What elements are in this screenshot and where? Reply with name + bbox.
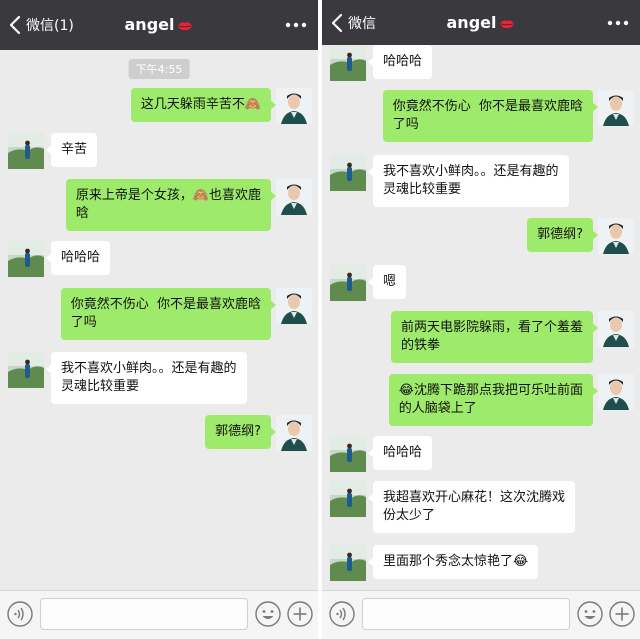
avatar-contact[interactable] [330,265,366,301]
voice-button[interactable] [6,600,34,628]
avatar-self[interactable] [598,90,634,126]
avatar-self[interactable] [598,218,634,254]
avatar-contact[interactable] [8,352,44,388]
voice-icon [7,601,33,627]
chat-screen-left: 微信(1) angel 下午4:55 这几天躲雨辛苦不🙈 辛苦 原来上帝是个女孩… [0,0,318,639]
avatar-self-image [598,218,634,254]
avatar-contact-image [330,545,366,581]
avatar-contact-image [330,481,366,517]
message-input[interactable] [40,598,248,630]
avatar-contact[interactable] [8,133,44,169]
avatar-self-image [276,88,312,124]
avatar-contact-image [8,241,44,277]
voice-button[interactable] [328,600,356,628]
ellipsis-icon [607,20,629,26]
message-input[interactable] [362,598,570,630]
message-bubble-sent[interactable]: 你竟然不伤心 你不是最喜欢鹿晗 了吗 [382,90,599,142]
avatar-self-image [598,374,634,410]
avatar-self-image [276,179,312,215]
ellipsis-icon [285,22,307,28]
avatar-self[interactable] [276,288,312,324]
chat-title-text: angel [124,15,175,34]
message-bubble-sent[interactable]: 😂沈腾下跪那点我把可乐吐前面 的人脑袋上了 [388,374,599,426]
message-bubble-received[interactable]: 嗯 [367,265,407,299]
avatar-self[interactable] [276,415,312,451]
avatar-self[interactable] [276,179,312,215]
message-bubble-sent[interactable]: 郭德纲? [205,415,276,449]
avatar-contact[interactable] [330,545,366,581]
avatar-self[interactable] [598,374,634,410]
avatar-self-image [598,90,634,126]
message-list: 下午4:55 这几天躲雨辛苦不🙈 辛苦 原来上帝是个女孩，🙈也喜欢鹿 晗 哈哈哈… [0,50,318,590]
lips-icon [500,20,515,29]
emoji-button[interactable] [254,600,282,628]
timestamp-badge: 下午4:55 [128,59,190,79]
message-bubble-sent[interactable]: 这几天躲雨辛苦不🙈 [130,88,277,122]
avatar-self-image [276,415,312,451]
avatar-contact[interactable] [8,241,44,277]
message-bubble-received[interactable]: 哈哈哈 [367,436,433,470]
message-bubble-received[interactable]: 哈哈哈 [45,241,111,275]
message-bubble-received[interactable]: 辛苦 [45,133,98,167]
plus-icon [287,601,313,627]
message-bubble-sent[interactable]: 原来上帝是个女孩，🙈也喜欢鹿 晗 [65,179,277,231]
message-bubble-received[interactable]: 我超喜欢开心麻花！这次沈腾戏 份太少了 [367,481,576,533]
lips-icon [178,22,193,31]
chat-screen-right: 微信 angel 哈哈哈 你竟然不伤心 你不是最喜欢鹿晗 了吗 我不喜欢小鲜肉。… [322,0,640,639]
avatar-contact-image [330,265,366,301]
avatar-contact[interactable] [330,436,366,472]
message-bubble-sent[interactable]: 郭德纲? [527,218,598,252]
avatar-contact-image [8,133,44,169]
avatar-contact[interactable] [330,155,366,191]
more-button[interactable] [606,14,630,32]
more-button[interactable] [284,16,308,34]
more-actions-button[interactable] [608,600,636,628]
avatar-self-image [598,311,634,347]
message-list: 哈哈哈 你竟然不伤心 你不是最喜欢鹿晗 了吗 我不喜欢小鲜肉。。还是有趣的 灵魂… [322,45,640,585]
voice-icon [329,601,355,627]
avatar-self[interactable] [276,88,312,124]
chat-title: angel [322,13,640,32]
message-bubble-sent[interactable]: 前两天电影院躲雨，看了个羞羞 的铁拳 [390,311,599,363]
nav-bar: 微信(1) angel [0,0,318,50]
smiley-icon [255,601,281,627]
avatar-self[interactable] [598,311,634,347]
chat-title: angel [0,15,318,34]
plus-icon [609,601,635,627]
avatar-contact[interactable] [330,481,366,517]
chat-title-text: angel [446,13,497,32]
nav-bar: 微信 angel [322,0,640,45]
emoji-button[interactable] [576,600,604,628]
message-bubble-sent[interactable]: 你竟然不伤心 你不是最喜欢鹿晗 了吗 [60,288,277,340]
avatar-contact[interactable] [330,45,366,81]
more-actions-button[interactable] [286,600,314,628]
input-toolbar [322,590,640,639]
avatar-contact-image [330,436,366,472]
avatar-contact-image [330,45,366,81]
message-bubble-received[interactable]: 里面那个秀念太惊艳了😂 [367,545,539,579]
avatar-contact-image [330,155,366,191]
message-bubble-received[interactable]: 我不喜欢小鲜肉。。还是有趣的 灵魂比较重要 [368,155,569,207]
avatar-contact-image [8,352,44,388]
message-bubble-received[interactable]: 我不喜欢小鲜肉。。还是有趣的 灵魂比较重要 [46,352,247,404]
smiley-icon [577,601,603,627]
input-toolbar [0,590,318,639]
avatar-self-image [276,288,312,324]
message-bubble-received[interactable]: 哈哈哈 [367,45,433,79]
